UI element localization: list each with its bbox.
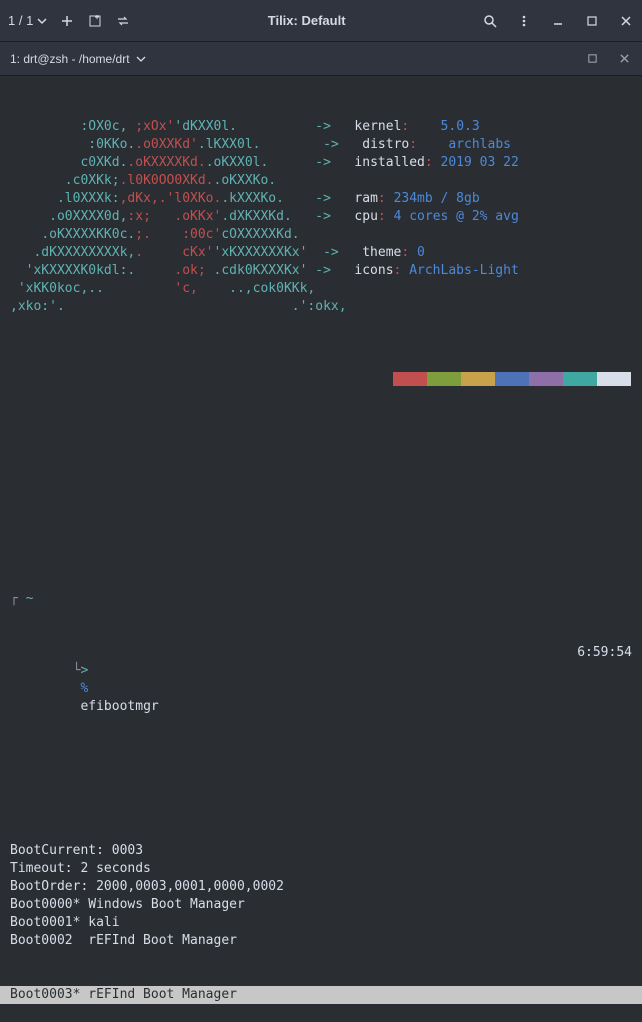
terminal-tab[interactable]: 1: drt@zsh - /home/drt	[10, 52, 146, 66]
boot-entry: Timeout: 2 seconds	[10, 860, 632, 878]
terminal-tab-bar: 1: drt@zsh - /home/drt	[0, 42, 642, 76]
window-title: Tilix: Default	[131, 13, 482, 28]
prompt-percent: %	[80, 681, 88, 696]
prompt-time: 6:59:54	[577, 644, 632, 662]
ascii-art-block: :OX0c, ;xOx''dKXX0l. -> kernel: 5.0.3 :0…	[10, 118, 632, 316]
minimize-button[interactable]	[550, 13, 566, 29]
boot-entry: Boot0000* Windows Boot Manager	[10, 896, 632, 914]
command-text: efibootmgr	[80, 699, 158, 714]
color-palette-row	[10, 353, 632, 410]
session-counter[interactable]: 1 / 1	[8, 13, 47, 28]
color-swatch	[427, 372, 461, 386]
menu-icon[interactable]	[516, 13, 532, 29]
search-icon[interactable]	[482, 13, 498, 29]
chevron-down-icon	[136, 54, 146, 64]
terminal-output[interactable]: :OX0c, ;xOx''dKXX0l. -> kernel: 5.0.3 :0…	[0, 76, 642, 1022]
terminal-tab-label: 1: drt@zsh - /home/drt	[10, 52, 130, 66]
boot-entry: Boot0002 rEFInd Boot Manager	[10, 932, 632, 950]
color-swatch	[563, 372, 597, 386]
color-swatch	[597, 372, 631, 386]
command-output: BootCurrent: 0003Timeout: 2 secondsBootO…	[10, 842, 632, 950]
color-swatch	[495, 372, 529, 386]
color-swatch	[393, 372, 427, 386]
tab-close-button[interactable]	[616, 51, 632, 67]
tab-maximize-button[interactable]	[584, 51, 600, 67]
maximize-button[interactable]	[584, 13, 600, 29]
color-palette	[393, 372, 631, 386]
boot-entry: BootCurrent: 0003	[10, 842, 632, 860]
session-counter-text: 1 / 1	[8, 13, 33, 28]
close-button[interactable]	[618, 13, 634, 29]
prompt-arrow: >	[80, 663, 88, 678]
add-terminal-button[interactable]	[59, 13, 75, 29]
boot-entry: Boot0001* kali	[10, 914, 632, 932]
window-titlebar: 1 / 1 Tilix: Default	[0, 0, 642, 42]
color-swatch	[461, 372, 495, 386]
prompt-block: ┌ ~ └> % efibootmgr 6:59:54	[10, 554, 632, 770]
prompt-cwd: ~	[26, 591, 34, 606]
highlighted-boot-entry: Boot0003* rEFInd Boot Manager	[0, 986, 642, 1004]
chevron-down-icon	[37, 16, 47, 26]
boot-entry: BootOrder: 2000,0003,0001,0000,0002	[10, 878, 632, 896]
add-terminal-down-button[interactable]	[87, 13, 103, 29]
sync-input-button[interactable]	[115, 13, 131, 29]
color-swatch	[529, 372, 563, 386]
